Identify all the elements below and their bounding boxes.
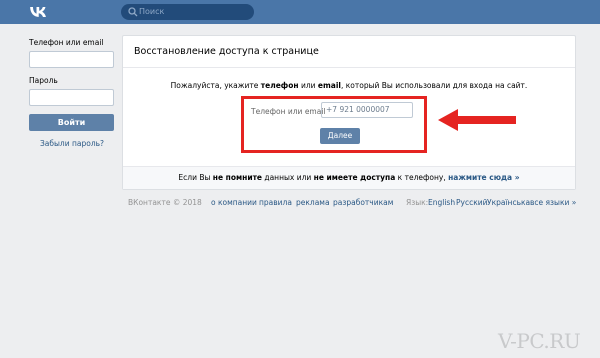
lang-all[interactable]: все языки »: [530, 198, 576, 207]
foot-bold: не помните: [212, 173, 263, 182]
lang-russian[interactable]: Русский: [456, 198, 488, 207]
foot-text: Если Вы: [178, 173, 213, 182]
login-panel: Телефон или email Пароль Войти Забыли па…: [29, 38, 115, 148]
watermark: V-PC.RU: [498, 329, 581, 353]
top-bar: Поиск: [0, 0, 600, 24]
footer-link-developers[interactable]: разработчикам: [333, 198, 393, 207]
desc-bold-phone: телефон: [260, 81, 299, 90]
desc-text: или: [298, 81, 318, 90]
highlight-box: [241, 96, 427, 153]
desc-bold-email: email: [317, 81, 341, 90]
foot-bold: не имеете доступа: [313, 173, 396, 182]
search-icon: [128, 7, 138, 17]
login-button[interactable]: Войти: [29, 114, 114, 131]
footer-link-rules[interactable]: правила: [259, 198, 292, 207]
login-password-input[interactable]: [29, 89, 114, 106]
footer-link-ads[interactable]: реклама: [296, 198, 330, 207]
restore-footer: Если Вы не помните данных или не имеете …: [123, 166, 575, 189]
search-placeholder: Поиск: [139, 7, 165, 16]
footer-link-about[interactable]: о компании: [211, 198, 257, 207]
password-label: Пароль: [29, 76, 58, 85]
search-input[interactable]: Поиск: [121, 4, 254, 20]
restore-description: Пожалуйста, укажите телефон или email, к…: [123, 81, 575, 90]
lang-ukrainian[interactable]: Українська: [487, 198, 530, 207]
desc-text: Пожалуйста, укажите: [170, 81, 261, 90]
page-title: Восстановление доступа к странице: [123, 36, 575, 68]
login-phone-input[interactable]: [29, 51, 114, 68]
forgot-password-link[interactable]: Забыли пароль?: [29, 139, 115, 148]
lang-english[interactable]: English: [428, 198, 455, 207]
desc-text: , который Вы использовали для входа на с…: [341, 81, 528, 90]
copyright: ВКонтакте © 2018: [128, 198, 202, 207]
vk-logo-icon[interactable]: [30, 4, 47, 20]
foot-text: данных или: [262, 173, 314, 182]
red-arrow-icon: [438, 109, 516, 131]
language-label: Язык:: [406, 198, 429, 207]
click-here-link[interactable]: нажмите сюда »: [448, 173, 519, 182]
phone-label: Телефон или email: [29, 38, 104, 47]
foot-text: к телефону,: [395, 173, 449, 182]
